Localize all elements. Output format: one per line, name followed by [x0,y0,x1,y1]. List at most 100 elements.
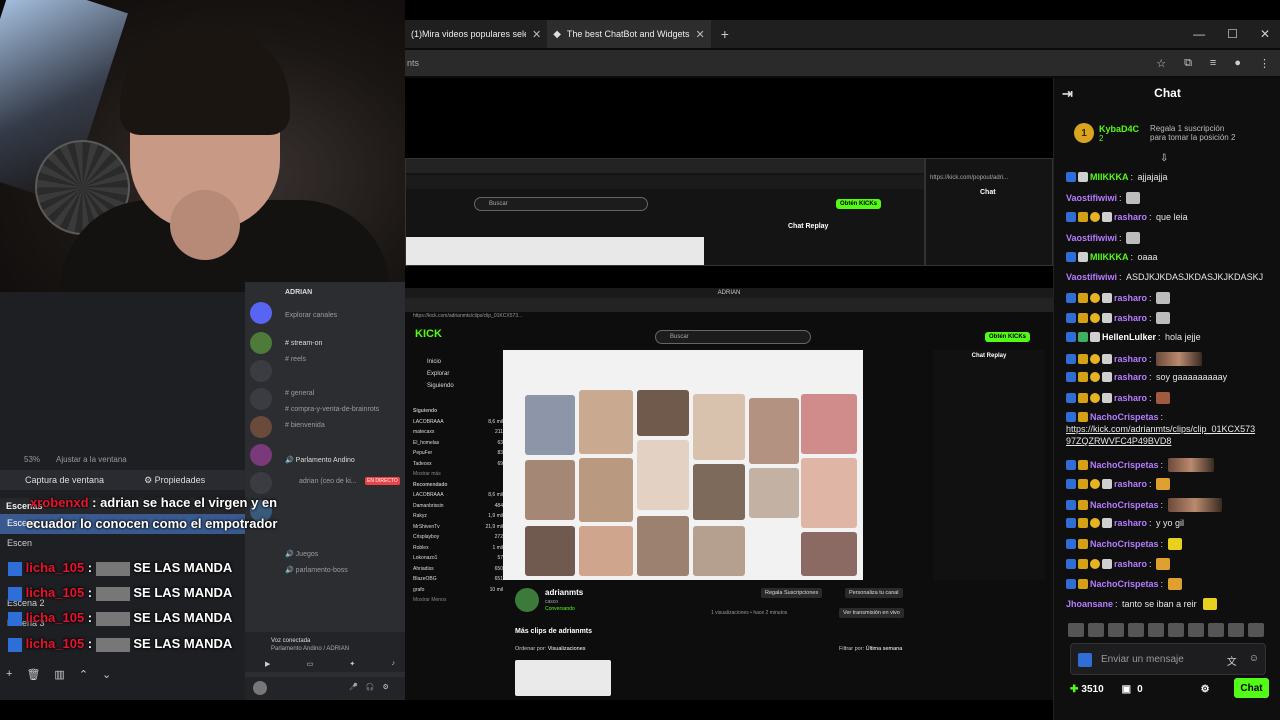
nested-address-bar [406,175,924,189]
chat-message: rasharo: que leia [1066,212,1274,222]
avatar[interactable] [253,681,267,695]
collapse-chat-icon[interactable]: ⇥ [1062,86,1073,102]
minimize-icon[interactable]: — [1193,27,1205,41]
server-icon[interactable] [250,302,272,324]
channel-item[interactable]: Explorar canales [285,312,337,319]
following-item: El_homelas 63 [413,439,503,446]
nested-popout-window: https://kick.com/popout/adri... Chat [925,158,1053,266]
menu-icon[interactable]: ⋮ [1259,57,1270,70]
chat-send-button[interactable]: Chat [1234,678,1269,698]
mic-icon[interactable]: 🎤 [349,683,358,691]
grid-photo [637,390,689,436]
overlay-chat-line: licha_105 : SE LAS MANDA [8,636,232,652]
chat-message-input[interactable]: Enviar un mensaje 文 ☺ [1070,643,1266,675]
source-name[interactable]: Captura de ventana [25,475,104,485]
chat-message: Jhoansane: tanto se iban a reir [1066,598,1274,610]
new-tab-icon[interactable]: + [711,26,739,42]
nested-search-input: Buscar [655,330,811,344]
emote-button[interactable] [1108,623,1124,637]
recommended-item: Rakyz 1,9 mil [413,513,503,519]
nested-url: https://kick.com/popout/adri... [930,175,1009,181]
maximize-icon[interactable]: ☐ [1227,27,1238,41]
gift-leaderboard: 1 KybaD4C 2 Regala 1 suscripción para to… [1074,116,1274,150]
browser-tab[interactable]: (1)Mira videos populares selec ✕ [405,20,547,48]
browser-tab-active[interactable]: ◆ The best ChatBot and Widgets ✕ [547,20,711,48]
close-tab-icon[interactable]: ✕ [696,28,705,41]
properties-button[interactable]: ⚙ Propiedades [144,475,205,486]
screen-icon[interactable]: ▭ [307,660,314,668]
emote [1156,478,1171,490]
chat-message: NachoCrispetas: [1066,538,1274,550]
settings-gear-icon[interactable]: ⚙ [1201,684,1210,695]
add-icon[interactable]: + [6,668,12,680]
grid-photo [693,526,745,576]
server-icon[interactable] [250,332,272,354]
server-icon[interactable] [250,444,272,466]
voice-connected-panel: Voz conectada Parlamento Andino / ADRIAN… [245,632,405,672]
translate-icon[interactable]: 文 [1227,653,1237,668]
chat-link[interactable]: https://kick.com/adrianmts/clips/clip_01… [1066,424,1274,434]
following-heading: Siguiendo [413,408,438,414]
channel-item[interactable]: 🔊 parlamento-boss [285,566,348,574]
emote-button[interactable] [1148,623,1164,637]
emote-button[interactable] [1208,623,1224,637]
voice-user[interactable]: adrian (ceo de ki... [299,478,357,485]
channel-item[interactable]: # reels [285,356,306,363]
address-bar[interactable]: nts ☆ ⧉ ≡ ● ⋮ [405,50,1280,76]
server-name[interactable]: ADRIAN [285,289,312,296]
nested-window-title: ADRIAN [405,288,1053,298]
move-up-icon[interactable]: ⌃ [79,668,88,681]
nested-url: https://kick.com/adrianmts/clips/clip_01… [413,313,523,319]
channel-item[interactable]: # compra-y-venta-de-brainrots [285,406,379,413]
chat-message: rasharo: [1066,392,1274,404]
server-icon[interactable] [250,388,272,410]
emote-button[interactable] [1168,623,1184,637]
watch-live-button: Ver transmisión en vivo [839,608,904,618]
nested-nav: Inicio Explorar Siguiendo [427,356,454,392]
nested-search-input: Buscar [474,197,648,211]
scene-item[interactable]: Escen [0,534,245,554]
server-icon[interactable] [250,360,272,382]
zoom-level[interactable]: 53% [24,455,40,464]
chat-message: rasharo: [1066,312,1274,324]
emote-button[interactable] [1228,623,1244,637]
filter-icon[interactable]: ▥ [54,668,64,681]
recommended-item: BlazeOBG 651 [413,576,503,582]
server-icon[interactable] [250,472,272,494]
video-icon[interactable]: ▶ [265,660,270,668]
kick-logo: KICK [415,328,442,340]
move-down-icon[interactable]: ⌄ [102,668,111,681]
channel-item[interactable]: # stream-on [285,340,322,347]
gear-icon[interactable]: ⚙ [382,683,388,691]
fit-window-label[interactable]: Ajustar a la ventana [56,455,127,464]
live-badge: EN DIRECTO [365,477,400,485]
profile-icon[interactable]: ● [1234,57,1241,70]
soundboard-icon[interactable]: ♪ [392,660,396,668]
emoji-icon[interactable]: ☺ [1249,653,1259,668]
chat-link[interactable]: 97ZQZRWVFC4P49BVD8 [1066,436,1274,446]
activity-icon[interactable]: ✦ [349,660,355,668]
pin-icon[interactable]: ⇩ [1160,153,1168,164]
bookmark-star-icon[interactable]: ☆ [1156,57,1166,70]
emote-button[interactable] [1248,623,1264,637]
emote-button[interactable] [1088,623,1104,637]
media-icon[interactable]: ≡ [1210,57,1216,70]
close-tab-icon[interactable]: ✕ [532,28,541,41]
extensions-icon[interactable]: ⧉ [1184,57,1192,70]
emote-image [1167,498,1222,512]
channel-item[interactable]: 🔊 Juegos [285,550,318,558]
voice-channel[interactable]: 🔊 Parlamento Andino [285,456,355,464]
channel-item[interactable]: # bienvenida [285,422,325,429]
emote-button[interactable] [1128,623,1144,637]
channel-item[interactable]: # general [285,390,314,397]
grid-photo [525,460,575,520]
trash-icon[interactable]: 🗑 [26,668,40,681]
emote-image [1167,458,1214,472]
close-window-icon[interactable]: ✕ [1260,27,1270,41]
emote-button[interactable] [1188,623,1204,637]
recommended-item: Roblex 1 mil [413,544,503,551]
emote-button[interactable] [1068,623,1084,637]
emote [95,586,130,601]
server-icon[interactable] [250,416,272,438]
headset-icon[interactable]: 🎧 [366,683,375,691]
